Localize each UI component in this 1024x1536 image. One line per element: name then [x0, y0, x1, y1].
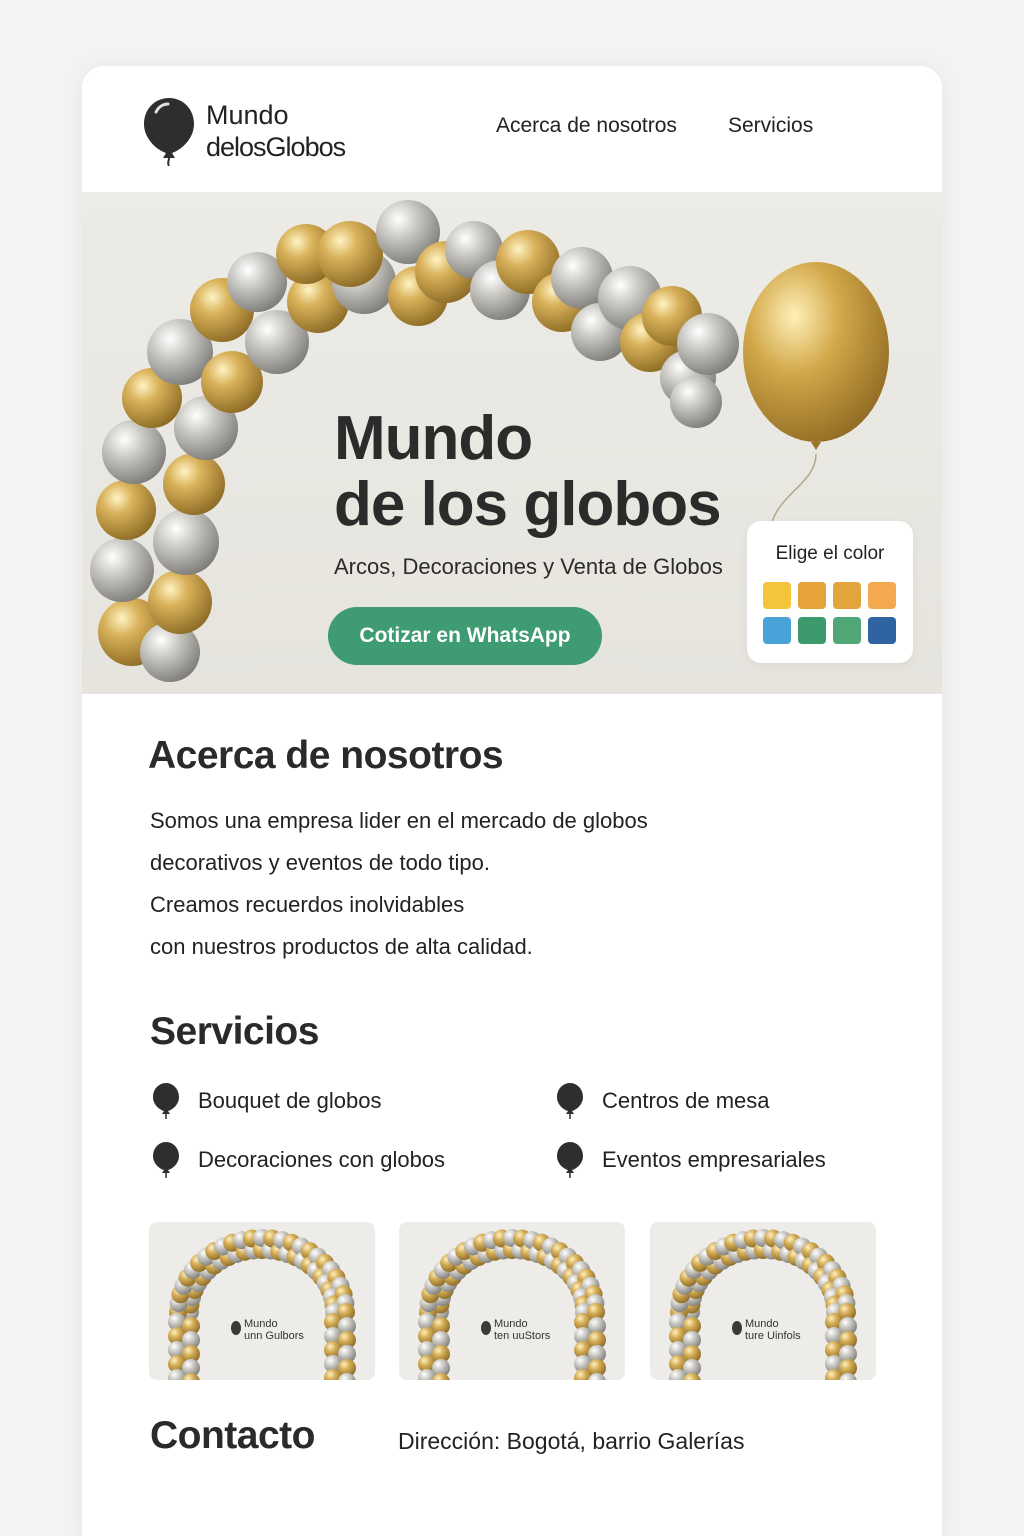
color-picker-title: Elige el color — [775, 543, 885, 564]
site-header: Mundo delosGlobos Acerca de nosotros Ser… — [82, 66, 942, 192]
service-label: Centros de mesa — [602, 1088, 770, 1113]
gallery-caption-line: Mundo — [494, 1318, 528, 1330]
service-item-centerpieces: Centros de mesa — [556, 1082, 770, 1120]
gallery-item[interactable]: Mundo unn Gulbors — [149, 1222, 375, 1380]
hero-title-line1: Mundo — [334, 404, 533, 473]
brand-logo[interactable]: Mundo delosGlobos — [142, 96, 346, 166]
mini-balloon-icon — [481, 1321, 491, 1335]
color-swatch[interactable] — [798, 582, 826, 609]
color-swatch[interactable] — [833, 617, 861, 644]
gallery-caption-line: Mundo — [745, 1318, 779, 1330]
contact-title: Contacto — [150, 1414, 316, 1457]
service-item-bouquet: Bouquet de globos — [152, 1082, 382, 1120]
services-title: Servicios — [150, 1010, 319, 1053]
contact-address: Dirección: Bogotá, barrio Galerías — [398, 1428, 745, 1454]
color-swatch[interactable] — [798, 617, 826, 644]
about-line: decorativos y eventos de todo tipo. — [150, 850, 490, 875]
about-line: con nuestros productos de alta calidad. — [150, 934, 533, 959]
gallery-arch-image: Mundoten uuStors — [418, 1229, 606, 1380]
color-swatches — [763, 582, 896, 644]
hero-subtitle: Arcos, Decoraciones y Venta de Globos — [334, 554, 723, 579]
about-line: Creamos recuerdos inolvidables — [150, 892, 465, 917]
hero-banner: Mundo de los globos Arcos, Decoraciones … — [82, 192, 942, 694]
color-swatch[interactable] — [868, 617, 896, 644]
balloon-icon — [557, 1083, 583, 1119]
brand-name: Mundo delosGlobos — [206, 99, 346, 163]
gallery-item[interactable]: Mundo ten uuStors — [399, 1222, 625, 1380]
nav-link-services[interactable]: Servicios — [728, 114, 813, 138]
whatsapp-quote-button[interactable]: Cotizar en WhatsApp — [328, 607, 602, 665]
color-picker-card: Elige el color — [747, 521, 913, 663]
about-text: Somos una empresa lider en el mercado de… — [150, 800, 648, 968]
nav-link-about[interactable]: Acerca de nosotros — [496, 114, 677, 138]
balloon-icon — [557, 1142, 583, 1178]
mini-balloon-icon — [231, 1321, 241, 1335]
service-label: Decoraciones con globos — [198, 1147, 446, 1172]
gallery-caption-line: ture Uinfols — [745, 1330, 801, 1342]
gallery-caption-line: ten uuStors — [494, 1330, 551, 1342]
gallery-arch-image: Mundounn Gulbors — [168, 1229, 356, 1380]
hero-title: Mundo de los globos — [334, 404, 722, 539]
brand-name-line2: delosGlobos — [206, 132, 346, 162]
gallery-arch-image: Mundoture Uinfols — [669, 1229, 857, 1380]
color-swatch[interactable] — [868, 582, 896, 609]
service-item-corporate: Eventos empresariales — [556, 1141, 826, 1179]
gallery-caption-line: Mundo — [244, 1318, 278, 1330]
mini-balloon-icon — [732, 1321, 742, 1335]
gallery-caption-line: unn Gulbors — [244, 1330, 304, 1342]
color-swatch[interactable] — [763, 582, 791, 609]
brand-name-line1: Mundo — [206, 100, 289, 130]
color-swatch[interactable] — [833, 582, 861, 609]
balloon-icon — [153, 1142, 179, 1178]
service-label: Bouquet de globos — [198, 1088, 382, 1113]
gallery-item[interactable]: Mundo ture Uinfols — [650, 1222, 876, 1380]
hero-title-line2: de los globos — [334, 470, 722, 539]
about-title: Acerca de nosotros — [148, 734, 504, 777]
page-card: Mundo delosGlobos Acerca de nosotros Ser… — [82, 66, 942, 1536]
about-line: Somos una empresa lider en el mercado de… — [150, 808, 648, 833]
service-label: Eventos empresariales — [602, 1147, 826, 1172]
color-swatch[interactable] — [763, 617, 791, 644]
balloon-logo-icon — [144, 98, 194, 166]
balloon-icon — [153, 1083, 179, 1119]
service-item-decorations: Decoraciones con globos — [152, 1141, 445, 1179]
